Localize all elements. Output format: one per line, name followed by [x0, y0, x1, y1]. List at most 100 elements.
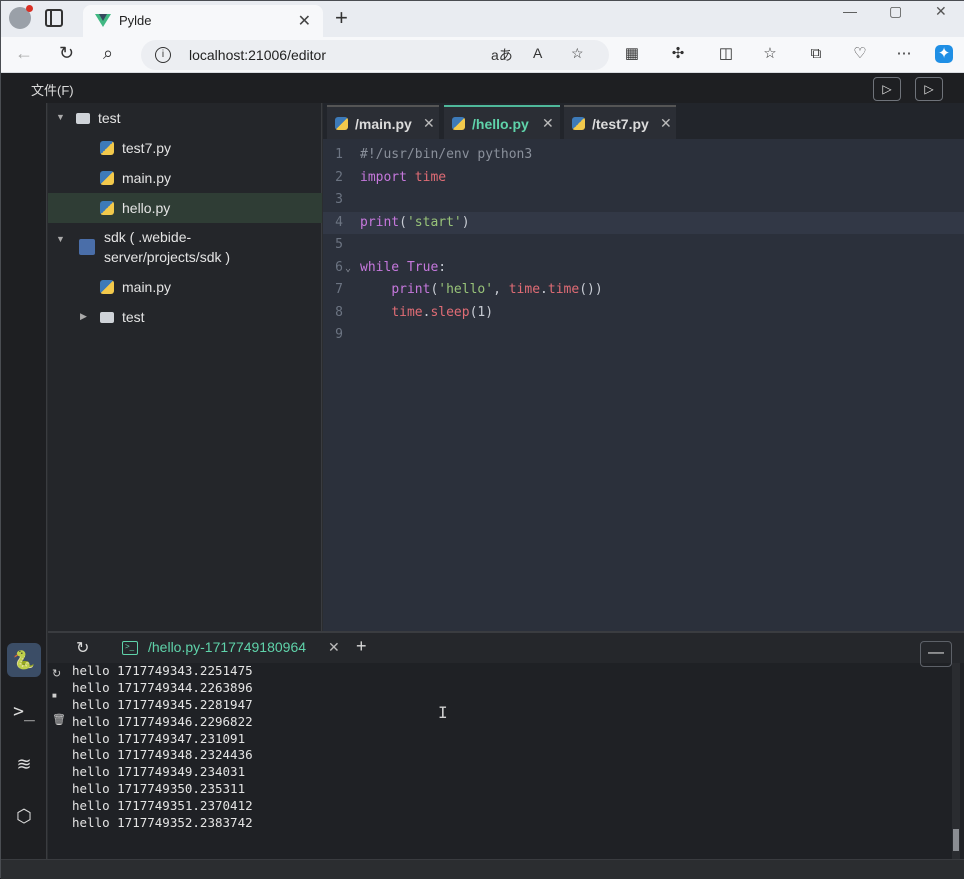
maximize-window-button[interactable]: ▢ — [889, 3, 902, 20]
tree-item-hello-py[interactable]: hello.py — [48, 193, 322, 223]
terminal-icon[interactable]: >_ — [7, 695, 41, 729]
code-text: print('hello', time.time()) — [391, 282, 603, 297]
terminal-icon: >_ — [122, 641, 138, 655]
python-file-icon — [100, 141, 114, 155]
close-terminal-tab-icon[interactable]: ✕ — [328, 639, 340, 656]
collections-icon[interactable]: ⧉ — [807, 45, 825, 63]
code-editor[interactable]: /main.py ✕ /hello.py ✕ /test7.py ✕ 1 #!/… — [323, 103, 964, 631]
apps-icon[interactable]: ▦ — [623, 45, 641, 63]
translate-icon[interactable]: aあ — [491, 45, 513, 65]
tree-item-label: hello.py — [122, 200, 171, 216]
output-line: hello 1717749345.2281947 — [72, 696, 253, 712]
terminal-scrollbar[interactable] — [952, 663, 960, 859]
folder-icon — [100, 312, 114, 323]
tab-actions-icon[interactable] — [45, 9, 63, 27]
editor-tab-label: /hello.py — [472, 116, 529, 132]
editor-tab-label: /main.py — [355, 116, 412, 132]
code-text: import time — [360, 169, 447, 185]
file-menu[interactable]: 文件(F) — [31, 80, 74, 99]
address-bar-row: ← ↻ ⌕ i localhost:21006/editor aあ A ☆ ▦ … — [1, 37, 964, 73]
browser-tab-title: Pylde — [119, 13, 152, 28]
python-icon[interactable]: 🐍 — [7, 643, 41, 677]
code-line: 6 ⌄ while True: — [323, 257, 964, 280]
url-text[interactable]: localhost:21006/editor — [189, 47, 326, 63]
code-text: #!/usr/bin/env python3 — [360, 147, 533, 162]
favorites-icon[interactable]: ☆ — [761, 45, 779, 63]
code-line: 9 — [323, 324, 964, 347]
tree-item-test-folder[interactable]: ▼ test — [48, 103, 322, 133]
expand-arrow-icon[interactable]: ▼ — [56, 234, 65, 244]
tree-item-sdk-folder[interactable]: ▼ sdk ( .webide- server/projects/sdk ) — [48, 225, 322, 271]
output-line: hello 1717749343.2251475 — [72, 663, 253, 678]
close-tab-icon[interactable]: ✕ — [423, 115, 435, 132]
split-screen-icon[interactable]: ◫ — [717, 45, 735, 63]
terminal-tab[interactable]: >_ /hello.py-1717749180964 ✕ — [120, 633, 346, 663]
browser-tab[interactable]: Pylde ✕ — [83, 5, 323, 37]
activity-bar: 🐍 >_ ≋ ⬡ — [1, 103, 47, 859]
copilot-icon[interactable]: ✦ — [935, 45, 953, 63]
stop-icon[interactable]: ■ — [52, 691, 66, 709]
editor-tab-main-py[interactable]: /main.py ✕ — [327, 105, 439, 139]
tree-item-main-py[interactable]: main.py — [48, 163, 322, 193]
back-icon[interactable]: ← — [15, 43, 33, 64]
fold-chevron-icon[interactable]: ⌄ — [345, 263, 351, 274]
close-tab-icon[interactable]: ✕ — [542, 115, 554, 132]
line-number: 7 — [335, 282, 343, 297]
terminal-side-actions: ↻ ■ 🗑 — [52, 663, 66, 731]
line-number: 1 — [335, 147, 343, 162]
app-window: Pylde ✕ + — ▢ ✕ ← ↻ ⌕ i localhost:21006/… — [0, 0, 964, 879]
output-line: hello 1717749352.2383742 — [72, 815, 253, 831]
site-info-icon[interactable]: i — [155, 47, 171, 63]
python-file-icon — [452, 117, 465, 130]
restart-icon[interactable]: ↻ — [52, 667, 66, 685]
tree-item-label: main.py — [122, 279, 172, 295]
tree-item-sdk-main-py[interactable]: main.py — [48, 272, 322, 302]
new-tab-button[interactable]: + — [335, 5, 348, 31]
collapse-arrow-icon[interactable]: ▶ — [80, 311, 87, 322]
code-text: print('start') — [360, 214, 470, 230]
run-in-terminal-button[interactable]: ▷ — [915, 77, 943, 101]
tree-item-label: main.py — [122, 170, 172, 186]
tree-item-sdk-test-folder[interactable]: ▶ test — [48, 302, 322, 332]
package-icon[interactable]: ⬡ — [7, 799, 41, 833]
tree-item-test7-py[interactable]: test7.py — [48, 133, 322, 163]
output-line: hello 1717749346.2296822 — [72, 713, 253, 729]
editor-tab-test7-py[interactable]: /test7.py ✕ — [564, 105, 676, 139]
output-line: hello 1717749348.2324436 — [72, 747, 253, 763]
output-line: hello 1717749347.231091 — [72, 730, 246, 746]
code-line: 5 — [323, 234, 964, 257]
tree-item-label-line1: sdk ( .webide- — [104, 229, 192, 245]
text-cursor-icon: I — [438, 703, 448, 722]
browser-essentials-icon[interactable]: ♡ — [851, 45, 869, 63]
expand-arrow-icon[interactable]: ▼ — [56, 112, 65, 122]
refresh-icon[interactable]: ↻ — [59, 43, 74, 64]
more-menu-icon[interactable]: ⋯ — [895, 45, 913, 63]
close-window-button[interactable]: ✕ — [935, 3, 947, 20]
run-button[interactable]: ▷ — [873, 77, 901, 101]
line-number: 6 — [335, 259, 343, 275]
editor-tab-hello-py[interactable]: /hello.py ✕ — [444, 105, 560, 139]
code-line: 7 print('hello', time.time()) — [323, 279, 964, 302]
sdk-project-icon — [79, 239, 95, 255]
layers-icon[interactable]: ≋ — [7, 747, 41, 781]
search-icon[interactable]: ⌕ — [103, 43, 113, 64]
code-line: 3 — [323, 189, 964, 212]
new-terminal-button[interactable]: + — [356, 636, 367, 657]
trash-icon[interactable]: 🗑 — [52, 713, 66, 731]
refresh-terminal-icon[interactable]: ↻ — [76, 638, 89, 658]
minimize-window-button[interactable]: — — [843, 3, 857, 19]
favorite-star-icon[interactable]: ☆ — [571, 45, 584, 62]
address-bar[interactable]: i localhost:21006/editor aあ A ☆ — [141, 40, 609, 70]
line-number: 2 — [335, 169, 343, 185]
close-tab-icon[interactable]: ✕ — [660, 115, 672, 132]
minimize-panel-button[interactable]: — — [920, 641, 952, 667]
read-aloud-icon[interactable]: A — [533, 45, 542, 61]
code-text: time.sleep(1) — [391, 304, 494, 320]
profile-avatar[interactable] — [9, 5, 33, 29]
code-area[interactable]: 1 #!/usr/bin/env python3 2 import time 3… — [323, 144, 964, 347]
line-number: 5 — [335, 237, 343, 252]
code-line: 1 #!/usr/bin/env python3 — [323, 144, 964, 167]
extensions-icon[interactable]: ✣ — [669, 45, 687, 63]
terminal-output[interactable]: hello 1717749343.2251475 hello 171774934… — [72, 663, 253, 832]
close-tab-icon[interactable]: ✕ — [298, 11, 311, 31]
